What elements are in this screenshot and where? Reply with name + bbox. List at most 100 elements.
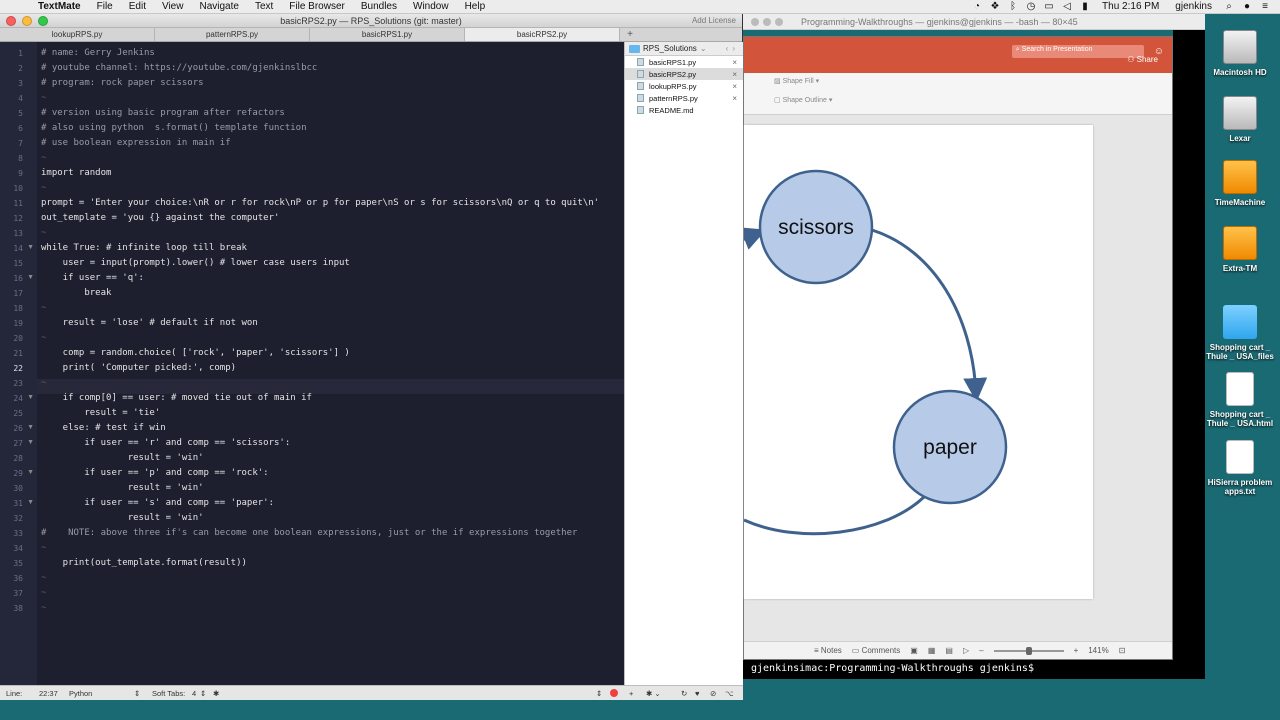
desktop-item-shopping-html[interactable]: Shopping cart _ Thule _ USA.html: [1205, 372, 1275, 428]
menu-edit[interactable]: Edit: [121, 1, 154, 12]
menu-view[interactable]: View: [154, 1, 192, 12]
textmate-title-bar[interactable]: basicRPS2.py — RPS_Solutions (git: maste…: [0, 14, 742, 28]
file-item[interactable]: lookupRPS.py ×: [625, 80, 743, 92]
zoom-slider[interactable]: [993, 646, 1064, 655]
code-line[interactable]: # name: Gerry Jenkins: [41, 48, 155, 58]
menu-help[interactable]: Help: [457, 1, 494, 12]
desktop-item-hisierra[interactable]: HiSierra problem apps.txt: [1205, 440, 1275, 496]
bluetooth-icon[interactable]: ᛒ: [1004, 1, 1022, 12]
dropbox-icon[interactable]: ❖: [986, 1, 1004, 12]
gear-icon[interactable]: ✱: [213, 689, 219, 698]
code-line[interactable]: print(out_template.format(result)): [41, 558, 247, 568]
code-line[interactable]: # NOTE: above three if's can become one …: [41, 528, 577, 538]
notification-icon[interactable]: ≡: [1256, 1, 1274, 12]
code-line[interactable]: ~: [41, 378, 46, 388]
fold-arrow-icon[interactable]: ▼: [27, 469, 34, 476]
zoom-out-button[interactable]: –: [979, 646, 983, 655]
code-line[interactable]: result = 'win': [41, 483, 204, 493]
zoom-button[interactable]: [775, 17, 783, 26]
chevron-down-icon[interactable]: ⌄: [700, 44, 707, 53]
desktop-item-lexar[interactable]: Lexar: [1205, 96, 1275, 143]
favorites-icon[interactable]: ♥: [695, 689, 699, 698]
menu-window[interactable]: Window: [405, 1, 457, 12]
code-line[interactable]: # program: rock paper scissors: [41, 78, 204, 88]
shape-outline-button[interactable]: ▢ Shape Outline ▾: [774, 96, 832, 104]
menu-user[interactable]: gjenkins: [1167, 1, 1220, 12]
code-line[interactable]: ~: [41, 183, 46, 193]
code-line[interactable]: if user == 'r' and comp == 'scissors':: [41, 438, 290, 448]
add-file-icon[interactable]: +: [629, 689, 633, 698]
code-line[interactable]: result = 'win': [41, 513, 204, 523]
chevron-updown-icon[interactable]: ⇕: [200, 689, 206, 698]
refresh-icon[interactable]: ↻: [681, 689, 687, 698]
siri-icon[interactable]: ●: [1238, 1, 1256, 12]
ppt-search-input[interactable]: ⌕ Search in Presentation: [1011, 44, 1144, 58]
file-browser-header[interactable]: RPS_Solutions ⌄ ‹›: [625, 42, 743, 56]
file-item[interactable]: patternRPS.py ×: [625, 92, 743, 104]
code-line[interactable]: ~: [41, 153, 46, 163]
soft-tabs-label[interactable]: Soft Tabs:: [152, 689, 185, 698]
code-line[interactable]: prompt = 'Enter your choice:\nR or r for…: [41, 198, 599, 208]
new-tab-button[interactable]: +: [620, 28, 640, 41]
menu-bundles[interactable]: Bundles: [353, 1, 405, 12]
code-line[interactable]: result = 'tie': [41, 408, 160, 418]
code-line[interactable]: ~: [41, 603, 46, 613]
code-line[interactable]: ~: [41, 303, 46, 313]
desktop-item-macintosh-hd[interactable]: Macintosh HD: [1205, 30, 1275, 77]
symbol-chevron-icon[interactable]: ⇕: [596, 689, 602, 698]
code-line[interactable]: print( 'Computer picked:', comp): [41, 363, 236, 373]
desktop-item-shopping-files[interactable]: Shopping cart _ Thule _ USA_files: [1205, 305, 1275, 361]
menu-navigate[interactable]: Navigate: [191, 1, 246, 12]
fold-arrow-icon[interactable]: ▼: [27, 274, 34, 281]
code-line[interactable]: while True: # infinite loop till break: [41, 243, 247, 253]
fold-arrow-icon[interactable]: ▼: [27, 499, 34, 506]
code-line[interactable]: break: [41, 288, 111, 298]
close-icon[interactable]: ×: [732, 82, 737, 91]
code-line[interactable]: result = 'win': [41, 453, 204, 463]
fold-arrow-icon[interactable]: ▼: [27, 424, 34, 431]
code-editor[interactable]: # name: Gerry Jenkins # youtube channel: …: [37, 42, 624, 685]
scm-status-icon[interactable]: ⊘: [710, 689, 716, 698]
code-line[interactable]: if user == 'q':: [41, 273, 144, 283]
code-line[interactable]: ~: [41, 333, 46, 343]
tab-patternrps[interactable]: patternRPS.py: [155, 28, 310, 41]
record-macro-icon[interactable]: [610, 689, 618, 699]
fit-slide-icon[interactable]: ⊡: [1119, 646, 1126, 655]
file-item[interactable]: README.md: [625, 104, 743, 116]
slide[interactable]: scissors paper: [739, 125, 1093, 599]
minimize-button[interactable]: [763, 17, 771, 26]
file-item[interactable]: basicRPS2.py ×: [625, 68, 743, 80]
share-button[interactable]: ⚇ Share: [1127, 55, 1158, 64]
menu-app-name[interactable]: TextMate: [30, 1, 89, 12]
menu-file-browser[interactable]: File Browser: [281, 1, 353, 12]
fold-arrow-icon[interactable]: ▼: [27, 394, 34, 401]
tab-basicrps2[interactable]: basicRPS2.py: [465, 28, 620, 41]
zoom-slider-thumb[interactable]: [1025, 646, 1032, 655]
code-line[interactable]: # youtube channel: https://youtube.com/g…: [41, 63, 317, 73]
zoom-in-button[interactable]: +: [1074, 646, 1079, 655]
spotlight-icon[interactable]: ⌕: [1220, 1, 1238, 12]
comments-button[interactable]: ▭ Comments: [852, 646, 900, 655]
code-line[interactable]: # version using basic program after refa…: [41, 108, 285, 118]
code-line[interactable]: if comp[0] == user: # moved tie out of m…: [41, 393, 312, 403]
wifi-icon[interactable]: ◔: [968, 1, 986, 12]
reading-view-icon[interactable]: ▤: [945, 646, 953, 655]
tab-lookuprps[interactable]: lookupRPS.py: [0, 28, 155, 41]
language-selector[interactable]: Python: [69, 689, 92, 698]
close-button[interactable]: [751, 17, 759, 26]
sorter-view-icon[interactable]: ▦: [928, 646, 936, 655]
time-machine-icon[interactable]: ◷: [1022, 1, 1040, 12]
notes-button[interactable]: ≡ Notes: [814, 646, 842, 655]
tab-size[interactable]: 4: [192, 689, 196, 698]
code-line[interactable]: ~: [41, 588, 46, 598]
code-line[interactable]: result = 'lose' # default if not won: [41, 318, 258, 328]
menu-file[interactable]: File: [89, 1, 121, 12]
close-icon[interactable]: ×: [732, 58, 737, 67]
terminal-prompt[interactable]: gjenkinsimac:Programming-Walkthroughs gj…: [743, 659, 1205, 679]
normal-view-icon[interactable]: ▣: [910, 646, 918, 655]
git-branch-icon[interactable]: ⌥: [725, 689, 734, 698]
add-license-button[interactable]: Add License: [692, 16, 736, 25]
desktop-item-extra-tm[interactable]: Extra-TM: [1205, 226, 1275, 273]
desktop-item-timemachine[interactable]: TimeMachine: [1205, 160, 1275, 207]
clock[interactable]: Thu 2:16 PM: [1094, 1, 1167, 12]
